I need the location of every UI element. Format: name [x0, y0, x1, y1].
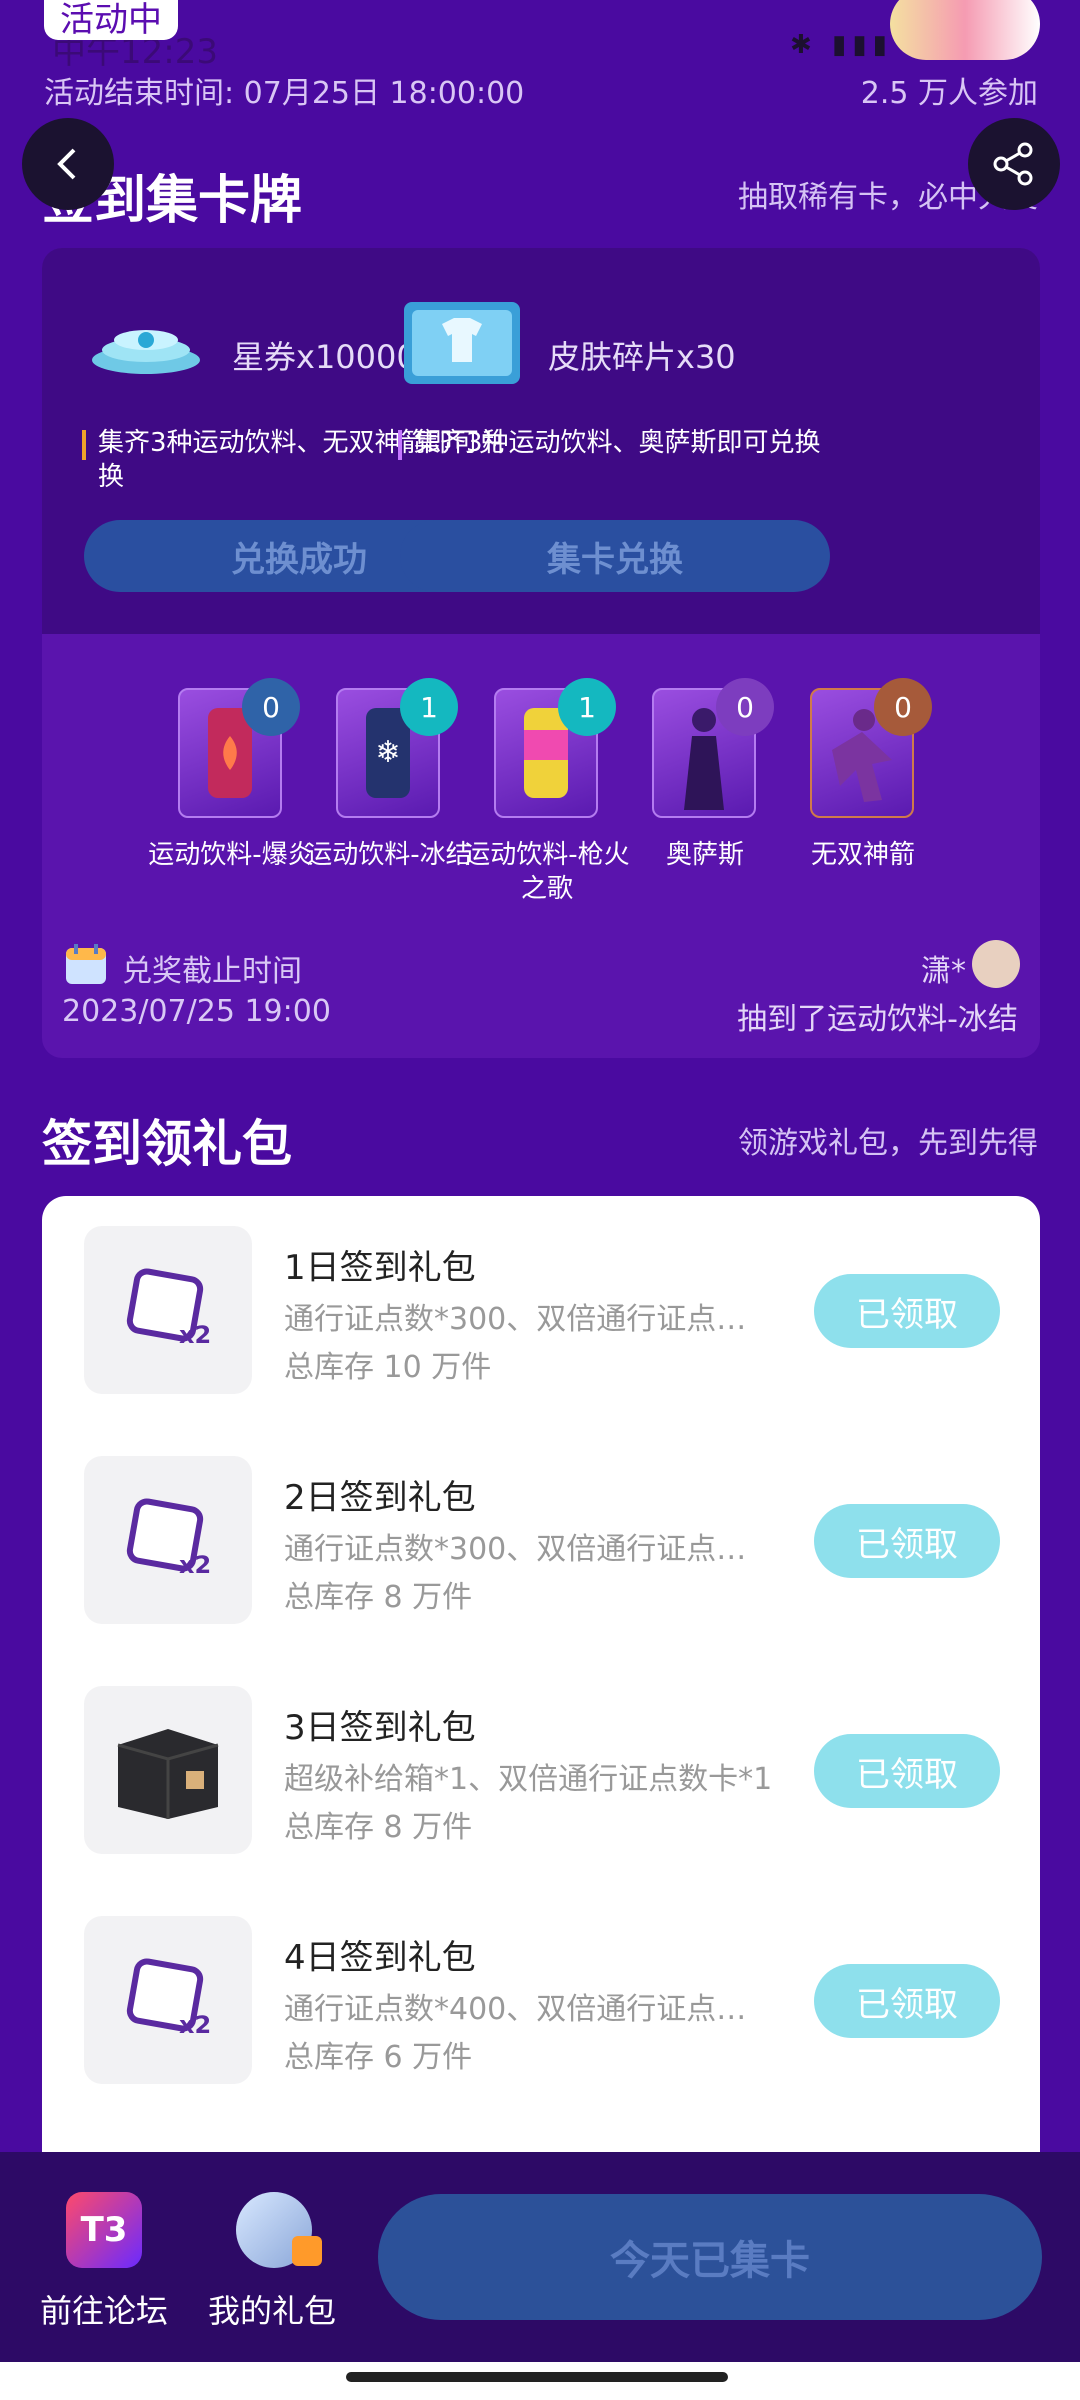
my-gifts-label: 我的礼包 [207, 2292, 336, 2330]
collected-today-button[interactable]: 今天已集卡 [378, 2194, 1042, 2320]
share-icon [993, 142, 1033, 186]
status-bar: 中午12:23 活动中 ✱ ▮▮▮ ◠ [0, 0, 1080, 72]
gift-desc: 通行证点数*300、双倍通行证点数卡*1 [284, 1302, 774, 1337]
deadline-value: 2023/07/25 19:00 [62, 994, 331, 1029]
supply-box-image [84, 1686, 252, 1854]
claimed-button[interactable]: 已领取 [814, 1964, 1000, 2038]
card-collection-panel: 星券x10000 集齐3种运动饮料、无双神箭即可兑换 兑换成功 皮肤碎片x30 … [42, 248, 1040, 1058]
reward-title: 皮肤碎片x30 [548, 338, 736, 376]
claimed-button[interactable]: 已领取 [814, 1734, 1000, 1808]
gift-title: 4日签到礼包 [284, 1938, 476, 1978]
card-name: 无双神箭 [810, 840, 915, 870]
gift-stock: 总库存 8 万件 [284, 1810, 473, 1845]
gift-title: 2日签到礼包 [284, 1478, 476, 1518]
participants-avatars [890, 0, 1040, 60]
reward-skin-fragment: 皮肤碎片x30 集齐3种运动饮料、奥萨斯即可兑换 集卡兑换 [358, 248, 857, 634]
svg-text:x2: x2 [179, 1551, 211, 1579]
gift-stock: 总库存 6 万件 [284, 2040, 473, 2075]
card-exchange-button[interactable]: 集卡兑换 [400, 520, 830, 592]
pass-points-card-image: x2 [84, 1456, 252, 1624]
star-coupon-icon [86, 310, 206, 382]
winner-avatar [972, 940, 1020, 988]
claimed-button[interactable]: 已领取 [814, 1274, 1000, 1348]
gift-stock: 总库存 10 万件 [284, 1350, 492, 1385]
skin-fragment-icon [402, 298, 522, 388]
reward-desc: 集齐3种运动饮料、奥萨斯即可兑换 [414, 428, 821, 458]
list-item: x2 2日签到礼包 通行证点数*300、双倍通行证点数卡*1 总库存 8 万件 … [42, 1426, 1040, 1624]
gift-desc: 超级补给箱*1、双倍通行证点数卡*1 [284, 1762, 773, 1797]
list-item: x2 1日签到礼包 通行证点数*300、双倍通行证点数卡*1 总库存 10 万件… [42, 1196, 1040, 1394]
bottom-action-bar: T3 前往论坛 我的礼包 今天已集卡 [0, 2152, 1080, 2362]
pass-points-card-image: x2 [84, 1916, 252, 2084]
deadline-label: 兑奖截止时间 [122, 954, 302, 989]
list-item: 3日签到礼包 超级补给箱*1、双倍通行证点数卡*1 总库存 8 万件 已领取 [42, 1656, 1040, 1854]
rewards-area: 星券x10000 集齐3种运动饮料、无双神箭即可兑换 兑换成功 皮肤碎片x30 … [42, 248, 1040, 634]
gift-list: x2 1日签到礼包 通行证点数*300、双倍通行证点数卡*1 总库存 10 万件… [42, 1196, 1040, 2156]
svg-text:x2: x2 [179, 1321, 211, 1349]
back-button[interactable] [22, 118, 114, 210]
pass-points-card-image: x2 [84, 1226, 252, 1394]
card-count-badge: 0 [716, 678, 774, 736]
gift-section-title: 签到领礼包 [42, 1115, 292, 1173]
calendar-icon [64, 942, 108, 986]
gift-section-subtitle: 领游戏礼包，先到先得 [738, 1126, 1038, 1161]
gift-icon [292, 2236, 322, 2266]
gift-desc: 通行证点数*300、双倍通行证点数卡*1 [284, 1532, 774, 1567]
forum-app-icon: T3 [66, 2192, 142, 2268]
event-end-time: 活动结束时间: 07月25日 18:00:00 [44, 76, 525, 111]
svg-text:x2: x2 [179, 2011, 211, 2039]
list-item: x2 4日签到礼包 通行证点数*400、双倍通行证点数卡*1 总库存 6 万件 … [42, 1886, 1040, 2084]
claimed-button[interactable]: 已领取 [814, 1504, 1000, 1578]
event-status-badge: 活动中 [44, 0, 178, 40]
forum-label: 前往论坛 [39, 2292, 168, 2330]
gift-title: 3日签到礼包 [284, 1708, 476, 1748]
card-count-badge: 1 [400, 678, 458, 736]
gift-desc: 通行证点数*400、双倍通行证点数卡*1 [284, 1992, 774, 2027]
share-button[interactable] [968, 118, 1060, 210]
card-count-badge: 1 [558, 678, 616, 736]
participant-count: 2.5 万人参加 [860, 76, 1038, 111]
svg-text:❄: ❄ [375, 735, 400, 770]
winner-result: 抽到了运动饮料-冰结 [737, 1002, 1018, 1037]
gift-stock: 总库存 8 万件 [284, 1580, 473, 1615]
home-indicator[interactable] [346, 2372, 728, 2382]
winner-name: 潇* [921, 954, 966, 989]
back-arrow-icon [57, 148, 76, 180]
card-count-badge: 0 [242, 678, 300, 736]
card-count-badge: 0 [874, 678, 932, 736]
gift-title: 1日签到礼包 [284, 1248, 476, 1288]
